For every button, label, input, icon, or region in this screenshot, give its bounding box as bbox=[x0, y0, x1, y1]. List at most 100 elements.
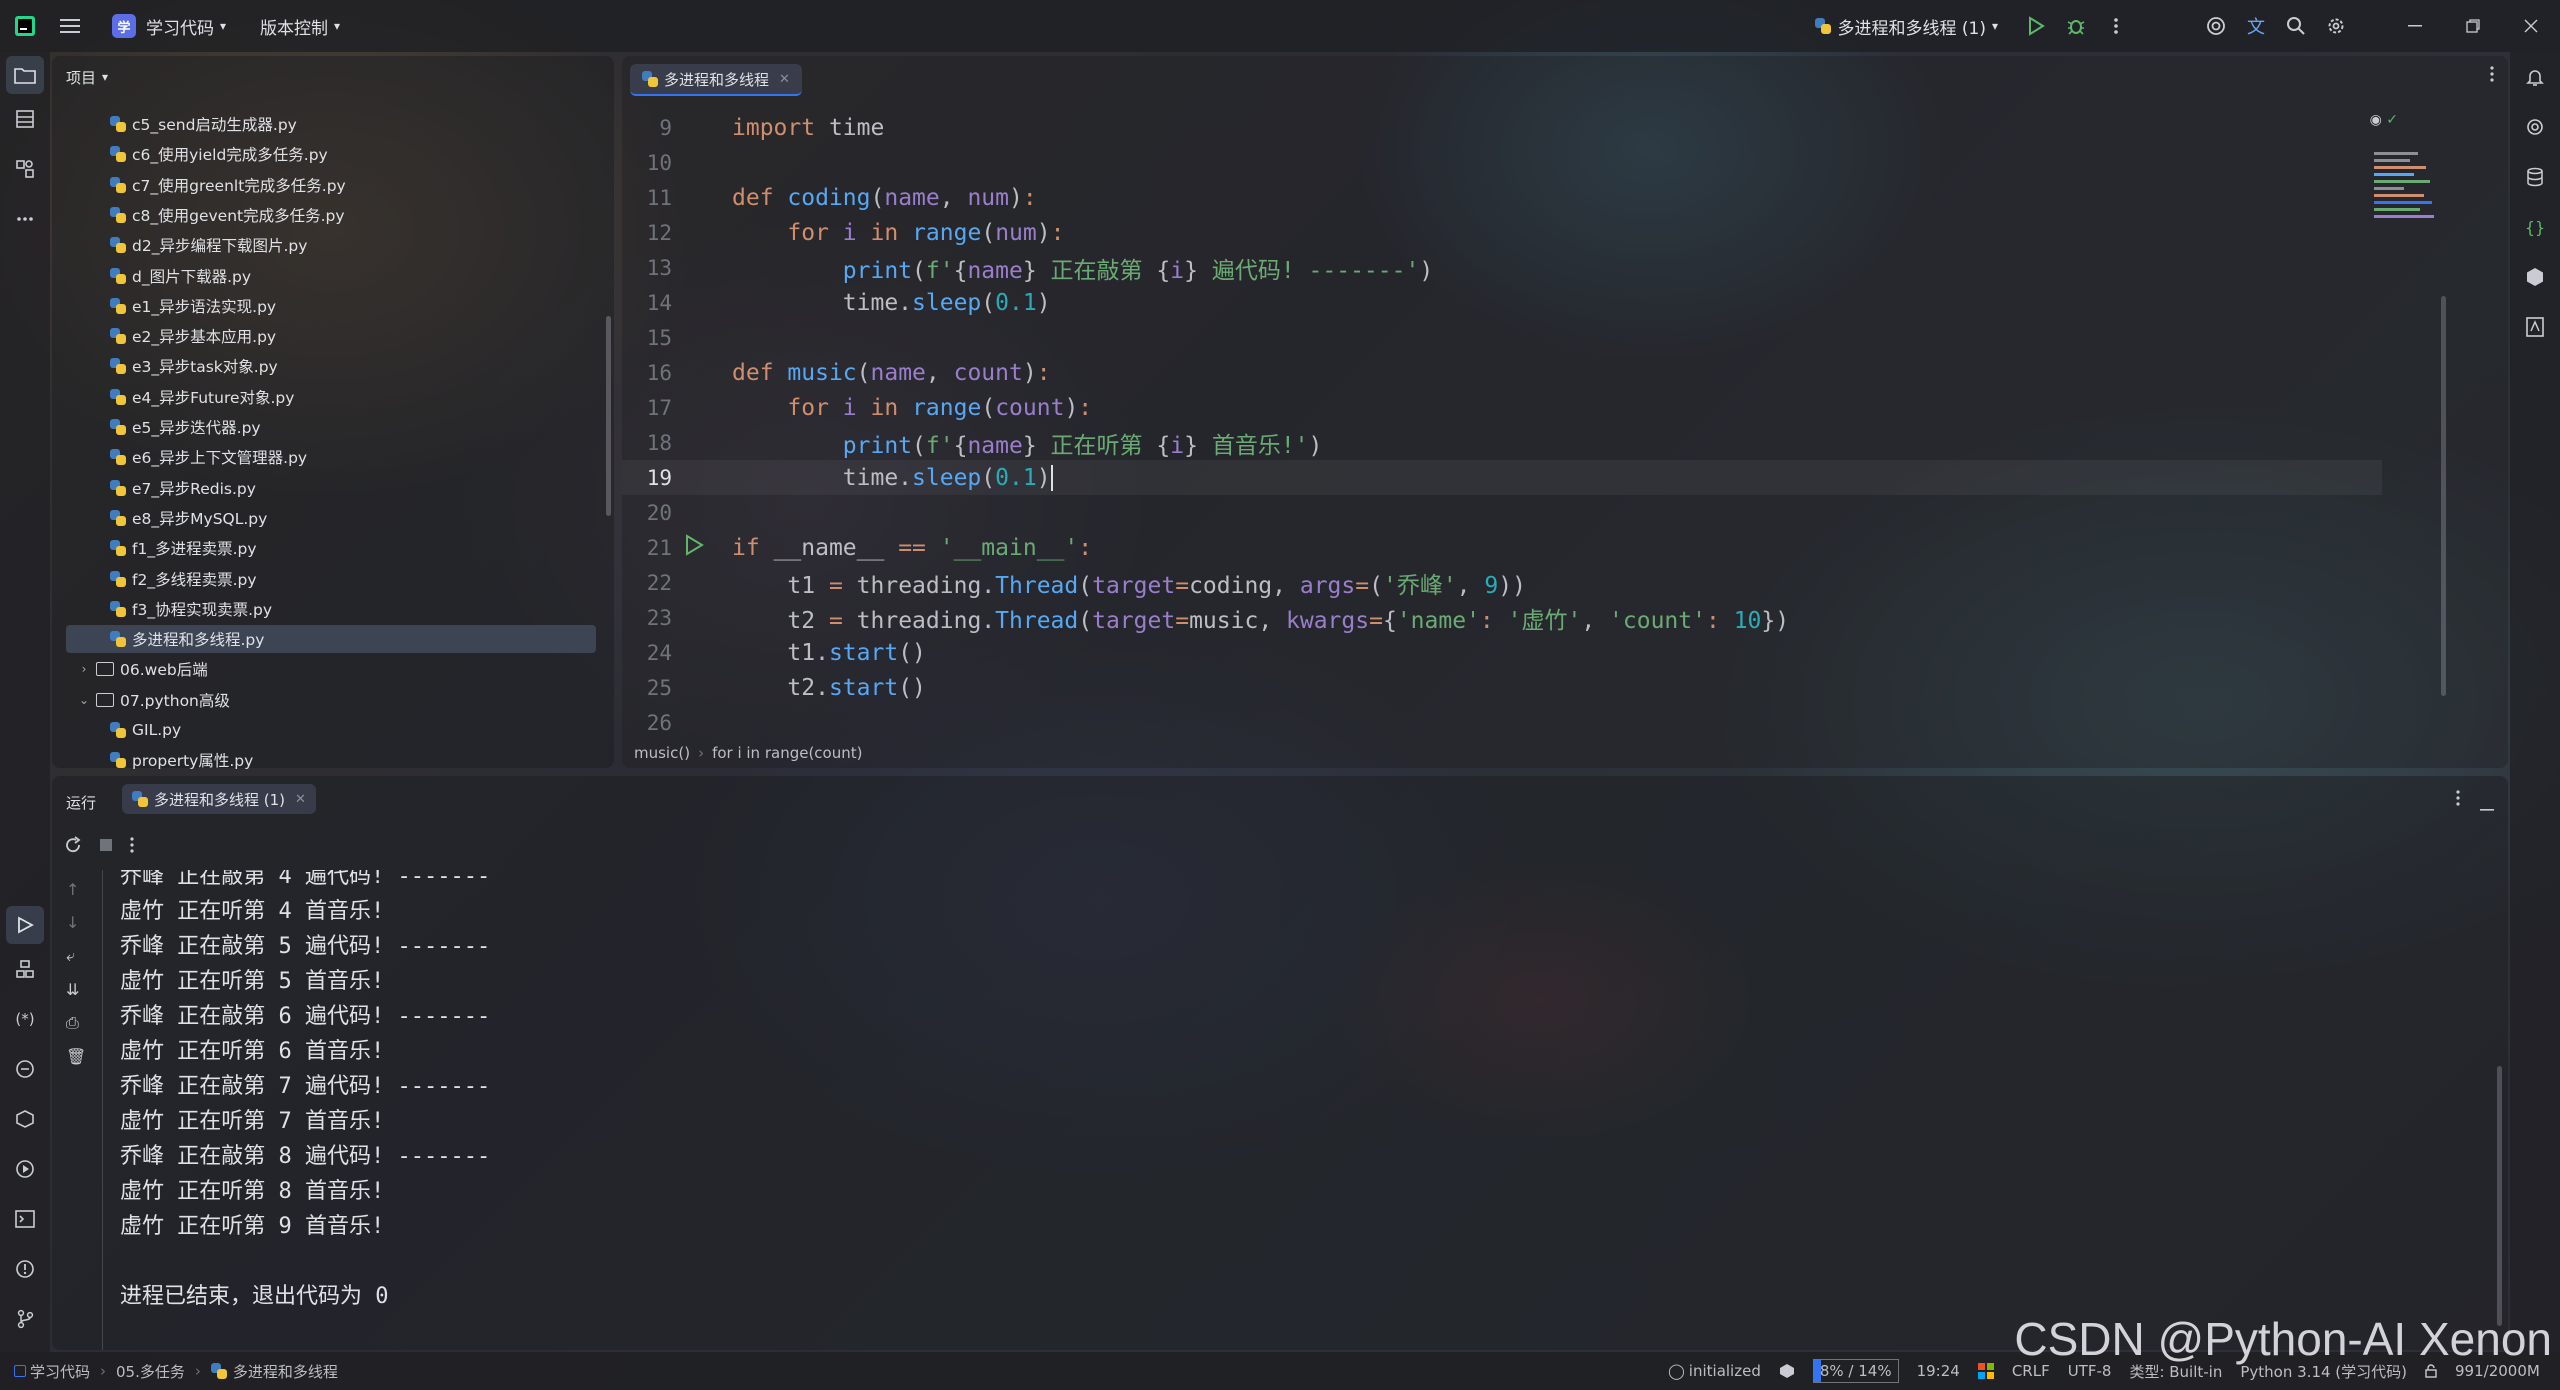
project-folder-icon[interactable] bbox=[6, 56, 44, 94]
memory-indicator[interactable]: 8% / 14% bbox=[1812, 1359, 1899, 1383]
breadcrumb-loop[interactable]: for i in range(count) bbox=[712, 744, 862, 762]
run-tab[interactable]: 多进程和多线程 (1) ✕ bbox=[122, 784, 316, 814]
run-button[interactable] bbox=[2016, 6, 2056, 46]
python-console-icon[interactable] bbox=[0, 1044, 50, 1094]
tree-file-item[interactable]: c8_使用gevent完成多任务.py bbox=[110, 201, 345, 229]
tree-scrollbar[interactable] bbox=[606, 316, 611, 516]
ai-assistant-icon[interactable] bbox=[2196, 6, 2236, 46]
tree-file-item[interactable]: e3_异步task对象.py bbox=[110, 352, 278, 380]
code-area[interactable]: 9 import time 10 11 def coding(name, num):… bbox=[622, 110, 2382, 740]
console-line: 乔峰 正在敲第 7 遍代码! ------- bbox=[120, 1073, 491, 1099]
console-output[interactable]: 乔峰 正在敲第 4 遍代码! ------- 虚竹 正在听第 4 首音乐! 乔峰 正… bbox=[52, 870, 2452, 1350]
tree-item-label: 07.python高级 bbox=[120, 691, 230, 710]
editor-more-icon[interactable] bbox=[2490, 66, 2494, 86]
json-icon[interactable]: {} bbox=[2510, 202, 2560, 252]
database-icon[interactable] bbox=[2510, 152, 2560, 202]
app-logo-icon bbox=[0, 15, 50, 37]
problems-icon[interactable] bbox=[0, 1244, 50, 1294]
tree-item-label: e7_异步Redis.py bbox=[132, 479, 256, 498]
search-icon[interactable] bbox=[2276, 6, 2316, 46]
run-tool-icon[interactable] bbox=[6, 906, 44, 944]
tree-item-label: e6_异步上下文管理器.py bbox=[132, 449, 308, 468]
console-scrollbar[interactable] bbox=[2497, 1066, 2502, 1326]
terminal-icon[interactable] bbox=[0, 1194, 50, 1244]
close-window-icon[interactable] bbox=[2502, 6, 2560, 46]
tree-file-item[interactable]: c6_使用yield完成多任务.py bbox=[110, 140, 328, 168]
line-number: 14 bbox=[646, 290, 672, 315]
vcs-menu[interactable]: 版本控制 ▾ bbox=[260, 8, 340, 44]
structure-icon[interactable] bbox=[0, 94, 50, 144]
breadcrumb-function[interactable]: music() bbox=[634, 744, 690, 762]
path-folder[interactable]: 05.多任务 bbox=[116, 1361, 185, 1382]
code-minimap[interactable] bbox=[2374, 148, 2436, 318]
packages-icon[interactable] bbox=[0, 1094, 50, 1144]
main-menu-icon[interactable] bbox=[50, 6, 90, 46]
tree-file-item[interactable]: e1_异步语法实现.py bbox=[110, 292, 276, 320]
tree-file-item[interactable]: d2_异步编程下载图片.py bbox=[110, 231, 307, 259]
more-actions-icon[interactable] bbox=[2096, 6, 2136, 46]
run-config-selector[interactable]: 多进程和多线程 (1) ▾ bbox=[1815, 8, 1998, 44]
services-icon[interactable] bbox=[0, 944, 50, 994]
chevron-down-icon[interactable]: ⌄ bbox=[76, 693, 92, 707]
editor-scrollbar[interactable] bbox=[2441, 296, 2446, 696]
tree-file-item[interactable]: e4_异步Future对象.py bbox=[110, 383, 294, 411]
run-gutter-icon[interactable] bbox=[684, 533, 704, 562]
minimize-window-icon[interactable] bbox=[2386, 6, 2444, 46]
notifications-bell-icon[interactable] bbox=[2510, 52, 2560, 102]
debug-button[interactable] bbox=[2056, 6, 2096, 46]
code-editor: 多进程和多线程 ✕ ◉ ✓ 9 import time 10 11 def codi… bbox=[622, 56, 2508, 768]
rerun-icon[interactable] bbox=[64, 836, 82, 858]
chevron-right-icon[interactable]: › bbox=[76, 662, 92, 676]
stop-icon[interactable] bbox=[98, 837, 114, 857]
path-file[interactable]: 多进程和多线程 bbox=[233, 1361, 338, 1382]
tree-file-item[interactable]: d_图片下载器.py bbox=[110, 262, 251, 290]
tree-file-item[interactable]: e2_异步基本应用.py bbox=[110, 322, 276, 350]
path-project[interactable]: 学习代码 bbox=[30, 1361, 90, 1382]
vcs-label: 版本控制 bbox=[260, 18, 329, 39]
minimize-panel-icon[interactable] bbox=[2480, 796, 2494, 815]
tree-item-label: property属性.py bbox=[132, 752, 254, 771]
tree-file-item[interactable]: e8_异步MySQL.py bbox=[110, 504, 267, 532]
more-tools-icon[interactable] bbox=[0, 194, 50, 244]
tree-file-item[interactable]: property属性.py bbox=[110, 746, 253, 774]
python-file-icon bbox=[110, 116, 126, 132]
tree-file-item[interactable]: c7_使用greenlt完成多任务.py bbox=[110, 171, 346, 199]
project-selector[interactable]: 学 学习代码 ▾ bbox=[112, 8, 226, 44]
run-panel-options-icon[interactable] bbox=[2456, 790, 2460, 810]
regex-icon[interactable]: (*) bbox=[0, 994, 50, 1044]
ai-chat-icon[interactable] bbox=[2510, 102, 2560, 152]
tree-file-item[interactable]: GIL.py bbox=[110, 716, 181, 744]
plugin-icon[interactable] bbox=[2510, 252, 2560, 302]
tree-file-item[interactable]: f1_多进程卖票.py bbox=[110, 534, 257, 562]
plugin-status-icon[interactable] bbox=[1779, 1363, 1795, 1379]
lock-icon[interactable] bbox=[2425, 1364, 2437, 1378]
tree-file-item[interactable]: c5_send启动生成器.py bbox=[110, 110, 297, 138]
initialized-status[interactable]: ◯ initialized bbox=[1668, 1362, 1761, 1380]
tree-file-item[interactable]: f2_多线程卖票.py bbox=[110, 565, 257, 593]
restore-window-icon[interactable] bbox=[2444, 6, 2502, 46]
close-tab-icon[interactable]: ✕ bbox=[295, 792, 306, 807]
project-panel-header[interactable]: 项目 ▾ bbox=[52, 56, 614, 98]
tree-folder-item[interactable]: › 06.web后端 bbox=[76, 655, 208, 683]
tree-file-item[interactable]: 多进程和多线程.py bbox=[66, 625, 596, 654]
python-file-icon bbox=[110, 328, 126, 345]
translate-icon[interactable]: 文 bbox=[2236, 6, 2276, 46]
console-line: 进程已结束，退出代码为 0 bbox=[120, 1283, 389, 1309]
editor-tab-label: 多进程和多线程 bbox=[664, 70, 770, 89]
run-more-icon[interactable] bbox=[130, 837, 134, 857]
tree-file-item[interactable]: f3_协程实现卖票.py bbox=[110, 595, 272, 623]
close-tab-icon[interactable]: ✕ bbox=[779, 72, 790, 87]
tree-file-item[interactable]: e7_异步Redis.py bbox=[110, 474, 256, 502]
tree-folder-item[interactable]: ⌄ 07.python高级 bbox=[76, 686, 230, 714]
tree-file-item[interactable]: e6_异步上下文管理器.py bbox=[110, 443, 307, 471]
git-icon[interactable] bbox=[0, 1294, 50, 1344]
editor-tab[interactable]: 多进程和多线程 ✕ bbox=[630, 64, 802, 96]
folder-icon bbox=[96, 662, 114, 677]
documentation-icon[interactable] bbox=[2510, 302, 2560, 352]
caret-position[interactable]: 19:24 bbox=[1917, 1362, 1960, 1380]
settings-gear-icon[interactable] bbox=[2316, 6, 2356, 46]
services-run-icon[interactable] bbox=[0, 1144, 50, 1194]
tree-file-item[interactable]: e5_异步迭代器.py bbox=[110, 413, 261, 441]
python-packages-icon[interactable] bbox=[0, 144, 50, 194]
run-config-label: 多进程和多线程 (1) bbox=[1837, 18, 1986, 39]
